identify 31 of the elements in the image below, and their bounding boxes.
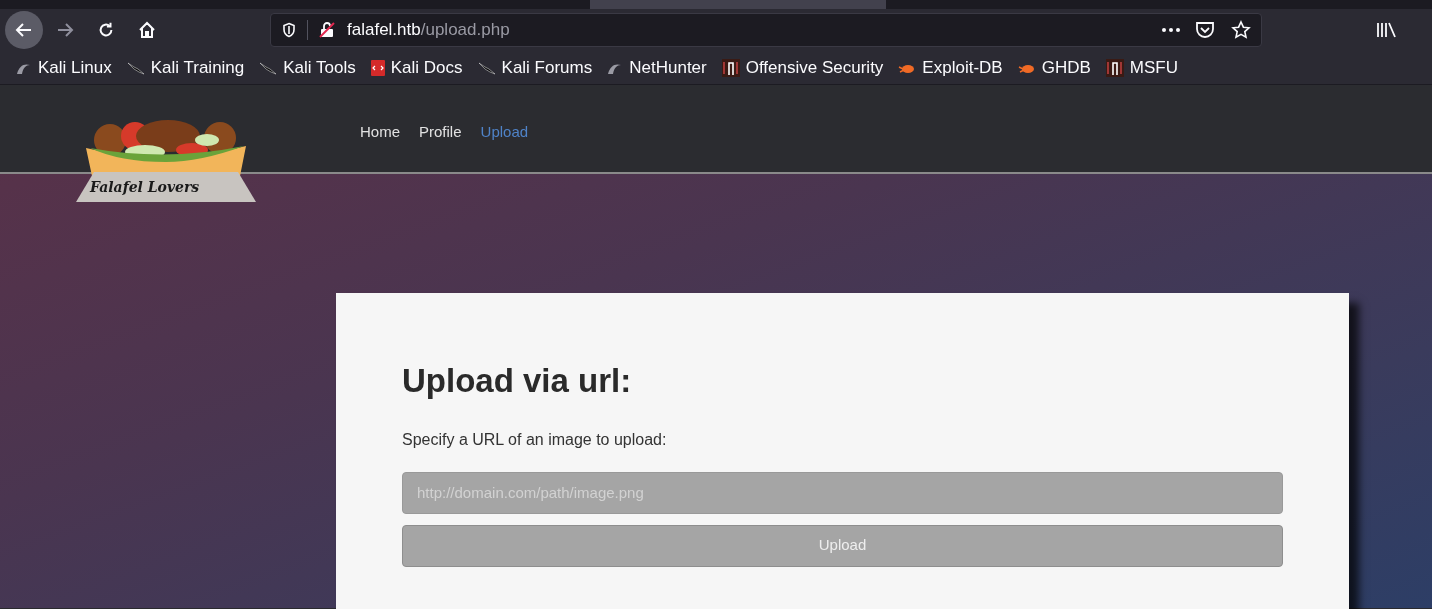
reload-icon[interactable]: [97, 21, 115, 39]
insecure-lock-icon[interactable]: [318, 21, 336, 39]
bookmark-item[interactable]: Kali Linux: [16, 54, 112, 81]
bookmark-item[interactable]: Kali Training: [126, 54, 245, 81]
pocket-icon[interactable]: [1195, 21, 1215, 39]
logo-text: Falafel Lovers: [90, 178, 200, 197]
card-title: Upload via url:: [402, 361, 633, 401]
library-icon[interactable]: [1376, 22, 1398, 38]
bookmark-item[interactable]: Exploit-DB: [898, 54, 1003, 81]
nav-link[interactable]: Home: [360, 121, 400, 144]
shield-icon[interactable]: [281, 22, 297, 38]
url-text: falafel.htb/upload.php: [347, 19, 510, 42]
star-icon[interactable]: [1231, 20, 1251, 40]
bookmark-item[interactable]: Kali Docs: [370, 54, 463, 81]
back-button[interactable]: [5, 11, 43, 49]
offsec-icon: [1105, 58, 1124, 77]
nav-link[interactable]: Profile: [419, 121, 462, 144]
bookmark-item[interactable]: Offensive Security: [721, 54, 884, 81]
docs-icon: [370, 59, 385, 76]
bookmark-item[interactable]: NetHunter: [607, 54, 707, 81]
nav-link[interactable]: Upload: [480, 121, 529, 144]
bookmark-item[interactable]: Kali Tools: [259, 54, 356, 81]
home-icon[interactable]: [137, 20, 157, 40]
url-prompt: Specify a URL of an image to upload:: [402, 429, 668, 450]
address-bar[interactable]: falafel.htb/upload.php: [270, 13, 1262, 47]
bookmark-item[interactable]: GHDB: [1017, 54, 1091, 81]
more-icon[interactable]: [1161, 27, 1181, 33]
falafel-logo[interactable]: Falafel Lovers: [76, 118, 256, 202]
bookmark-item[interactable]: MSFU: [1105, 54, 1178, 81]
bookmark-item[interactable]: Kali Forums: [477, 54, 593, 81]
offsec-icon: [721, 58, 740, 77]
